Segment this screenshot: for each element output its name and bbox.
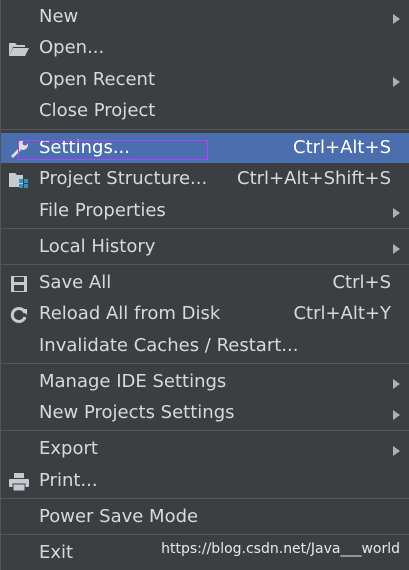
menu-item-label: Local History — [39, 236, 156, 257]
menu-item-label: Power Save Mode — [39, 506, 199, 527]
menu-item-file-properties[interactable]: File Properties — [1, 196, 409, 227]
menu-item-local-history[interactable]: Local History — [1, 232, 409, 263]
printer-icon — [8, 472, 30, 492]
menu-item-label: Open Recent — [39, 69, 156, 90]
submenu-arrow-icon — [393, 77, 400, 87]
menu-item-label: Invalidate Caches / Restart... — [39, 335, 299, 356]
menu-item-label: New — [39, 6, 79, 27]
menu-item-close-project[interactable]: Close Project — [1, 96, 409, 127]
submenu-arrow-icon — [393, 379, 400, 389]
menu-item-label: Save All — [39, 272, 112, 293]
file-menu: New Open... Open Recent Close Project Se… — [0, 0, 409, 570]
menu-item-invalidate-caches[interactable]: Invalidate Caches / Restart... — [1, 331, 409, 362]
menu-item-label: Project Structure... — [39, 168, 208, 189]
menu-item-print[interactable]: Print... — [1, 466, 409, 497]
menu-separator — [1, 363, 409, 364]
menu-item-open-recent[interactable]: Open Recent — [1, 65, 409, 96]
menu-separator — [1, 228, 409, 229]
reload-icon — [8, 305, 30, 325]
submenu-arrow-icon — [393, 244, 400, 254]
menu-item-label: Exit — [39, 542, 74, 563]
menu-item-open[interactable]: Open... — [1, 33, 409, 64]
menu-item-save-all[interactable]: Save All Ctrl+S — [1, 268, 409, 299]
menu-item-power-save-mode[interactable]: Power Save Mode — [1, 502, 409, 533]
submenu-arrow-icon — [393, 14, 400, 24]
submenu-arrow-icon — [393, 410, 400, 420]
menu-item-reload-all[interactable]: Reload All from Disk Ctrl+Alt+Y — [1, 299, 409, 330]
menu-item-new-projects-settings[interactable]: New Projects Settings — [1, 398, 409, 429]
menu-item-shortcut: Ctrl+Alt+Shift+S — [237, 168, 391, 189]
save-icon — [8, 274, 30, 294]
menu-item-label: Manage IDE Settings — [39, 371, 227, 392]
menu-item-shortcut: Ctrl+Alt+Y — [293, 303, 391, 324]
submenu-arrow-icon — [393, 446, 400, 456]
menu-item-label: Reload All from Disk — [39, 303, 221, 324]
folder-open-icon — [8, 39, 30, 59]
focus-highlight — [18, 140, 208, 160]
menu-item-export[interactable]: Export — [1, 434, 409, 465]
menu-item-label: Open... — [39, 37, 105, 58]
menu-separator — [1, 129, 409, 130]
menu-separator — [1, 430, 409, 431]
menu-item-label: Close Project — [39, 100, 156, 121]
menu-separator — [1, 498, 409, 499]
menu-item-label: File Properties — [39, 200, 166, 221]
menu-separator — [1, 534, 409, 535]
menu-separator — [1, 264, 409, 265]
menu-item-new[interactable]: New — [1, 2, 409, 33]
menu-item-manage-ide-settings[interactable]: Manage IDE Settings — [1, 367, 409, 398]
menu-item-label: Print... — [39, 470, 98, 491]
menu-item-shortcut: Ctrl+Alt+S — [293, 137, 391, 158]
menu-item-project-structure[interactable]: Project Structure... Ctrl+Alt+Shift+S — [1, 164, 409, 195]
menu-item-label: New Projects Settings — [39, 402, 235, 423]
watermark-text: https://blog.csdn.net/Java___world — [161, 541, 400, 557]
menu-item-label: Export — [39, 438, 98, 459]
menu-item-shortcut: Ctrl+S — [332, 272, 391, 293]
project-structure-icon — [8, 170, 30, 190]
submenu-arrow-icon — [393, 208, 400, 218]
